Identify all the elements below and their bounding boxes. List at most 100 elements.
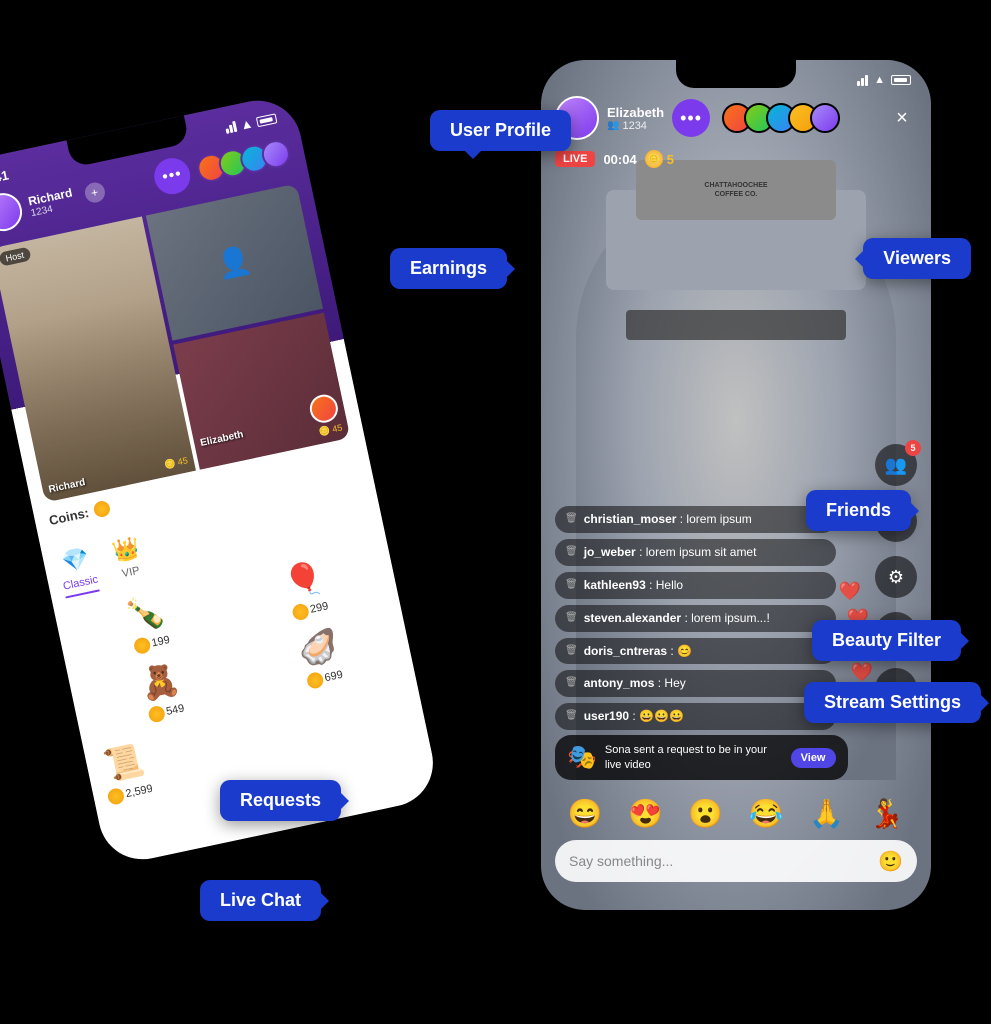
callout-user-profile: User Profile <box>430 110 571 151</box>
live-badge: LIVE <box>555 151 595 167</box>
chat-message-4: 🗑 steven.alexander : lorem ipsum...! <box>555 605 836 632</box>
chat-message-5: 🗑 doris_cntreras : 😊 <box>555 638 836 665</box>
coin-sm3 <box>147 705 166 724</box>
emoji-heart-eyes[interactable]: 😍 <box>628 797 663 830</box>
crown-icon: 👑 <box>110 534 142 565</box>
emoji-bar: 😄 😍 😮 😂 🙏 💃 <box>555 797 917 830</box>
back-phone-screen: 9:41 ▲ Richard 1234 + ••• <box>0 93 441 868</box>
dots-menu-icon: ••• <box>680 108 702 129</box>
bear-icon: 🧸 <box>137 659 184 704</box>
coin-sm2 <box>291 603 310 622</box>
gift-scroll[interactable]: 📜 2,599 <box>98 740 155 806</box>
chat-message-1: 🗑 christian_moser : lorem ipsum <box>555 506 836 533</box>
emoji-surprised[interactable]: 😮 <box>688 797 723 830</box>
coin-icon <box>93 499 112 518</box>
dots-icon: ••• <box>161 165 184 187</box>
chat-text-6: antony_mos : Hey <box>584 675 686 692</box>
trash-icon-2: 🗑 <box>565 546 578 557</box>
front-phone: CHATTAHOOCHEECOFFEE CO. ▲ Elizabeth <box>541 60 931 910</box>
emoji-pray[interactable]: 🙏 <box>809 797 844 830</box>
front-viewers-row <box>722 103 840 133</box>
back-tab-vip-label: VIP <box>121 565 141 580</box>
viewer-avatar-5 <box>810 103 840 133</box>
chat-text-1: christian_moser : lorem ipsum <box>584 511 752 528</box>
front-phone-screen: CHATTAHOOCHEECOFFEE CO. ▲ Elizabeth <box>541 60 931 910</box>
front-input-bar[interactable]: Say something... 🙂 <box>555 840 917 882</box>
chat-text-7: user190 : 😀😀😀 <box>584 708 684 725</box>
request-icon: 🎭 <box>567 743 597 772</box>
battery-icon <box>256 113 278 127</box>
trash-icon-4: 🗑 <box>565 612 578 623</box>
live-coins: 🪙 5 <box>645 150 674 168</box>
chat-message-2: 🗑 jo_weber : lorem ipsum sit amet <box>555 539 836 566</box>
live-timer: 00:04 <box>603 152 636 167</box>
back-add-friend-button[interactable]: + <box>83 181 107 205</box>
coin-sm4 <box>306 671 325 690</box>
front-right-buttons: 👥 5 ⭐ ⚙ ↪ 📷 <box>875 444 917 710</box>
balloon-price: 299 <box>291 598 330 621</box>
front-live-row: LIVE 00:04 🪙 5 <box>555 150 674 168</box>
front-user-id: 👥 1234 <box>607 120 664 132</box>
back-user-info: Richard 1234 <box>27 185 76 219</box>
emoji-dance[interactable]: 💃 <box>869 797 904 830</box>
callout-viewers: Viewers <box>863 238 971 279</box>
front-header: Elizabeth 👥 1234 ••• × <box>555 96 917 140</box>
coin-icon-front: 🪙 <box>645 150 663 168</box>
front-signal-icon <box>857 75 868 86</box>
emoji-cry-laugh[interactable]: 😂 <box>749 797 784 830</box>
heart-1: ❤️ <box>839 581 873 602</box>
smiley-icon[interactable]: 🙂 <box>878 849 903 874</box>
front-input-placeholder: Say something... <box>569 853 878 869</box>
back-video-grid: Host Richard 🪙 45 👤 Elizabeth 🪙 45 <box>0 183 351 502</box>
bottle-price: 199 <box>133 632 172 655</box>
back-tab-classic-label: Classic <box>62 574 99 593</box>
trash-icon-1: 🗑 <box>565 513 578 524</box>
trash-icon-7: 🗑 <box>565 710 578 721</box>
oyster-price: 699 <box>306 667 345 690</box>
friends-button[interactable]: 👥 5 <box>875 444 917 486</box>
back-tab-classic[interactable]: 💎 Classic <box>56 544 101 598</box>
friends-icon: 👥 <box>885 455 907 476</box>
chat-text-5: doris_cntreras : 😊 <box>584 643 692 660</box>
request-banner: 🎭 Sona sent a request to be in your live… <box>555 735 848 780</box>
callout-earnings: Earnings <box>390 248 507 289</box>
back-viewers-row <box>195 137 293 184</box>
back-elizabeth-avatar <box>307 392 340 425</box>
back-status-time: 9:41 <box>0 167 10 187</box>
bottle-icon: 🍾 <box>122 591 169 636</box>
back-video-small1: 👤 <box>146 183 323 340</box>
close-icon: × <box>896 107 908 130</box>
front-wifi-icon: ▲ <box>874 74 885 86</box>
request-view-button[interactable]: View <box>791 748 836 768</box>
callout-live-chat: Live Chat <box>200 880 321 921</box>
emoji-laugh[interactable]: 😄 <box>568 797 603 830</box>
front-battery-icon <box>891 75 911 85</box>
front-menu-button[interactable]: ••• <box>672 99 710 137</box>
chat-message-7: 🗑 user190 : 😀😀😀 <box>555 703 836 730</box>
gear-icon: ⚙ <box>888 567 904 588</box>
scroll-icon: 📜 <box>101 740 148 785</box>
chat-text-3: kathleen93 : Hello <box>584 577 683 594</box>
heart-4: ❤️ <box>851 662 873 683</box>
front-chat-messages: 🗑 christian_moser : lorem ipsum 🗑 jo_web… <box>555 506 836 730</box>
chat-message-6: 🗑 antony_mos : Hey <box>555 670 836 697</box>
back-menu-button[interactable]: ••• <box>151 155 194 198</box>
friends-badge: 5 <box>905 440 921 456</box>
diamond-icon: 💎 <box>60 545 92 576</box>
trash-icon-6: 🗑 <box>565 677 578 688</box>
chat-text-2: jo_weber : lorem ipsum sit amet <box>584 544 757 561</box>
back-elizabeth-label: Elizabeth <box>199 429 244 449</box>
request-text: Sona sent a request to be in your live v… <box>605 743 783 772</box>
oyster-icon: 🦪 <box>295 625 342 670</box>
back-user-avatar <box>0 190 26 235</box>
back-elizabeth-coins: 🪙 45 <box>318 422 343 438</box>
callout-stream-settings: Stream Settings <box>804 682 981 723</box>
stream-settings-button[interactable]: ⚙ <box>875 556 917 598</box>
back-video-small2: Elizabeth 🪙 45 <box>173 313 350 470</box>
front-close-button[interactable]: × <box>887 103 917 133</box>
front-user-name: Elizabeth <box>607 105 664 120</box>
back-tab-vip[interactable]: 👑 VIP <box>110 534 147 587</box>
callout-requests: Requests <box>220 780 341 821</box>
signal-icon <box>224 121 237 134</box>
trash-icon-5: 🗑 <box>565 645 578 656</box>
